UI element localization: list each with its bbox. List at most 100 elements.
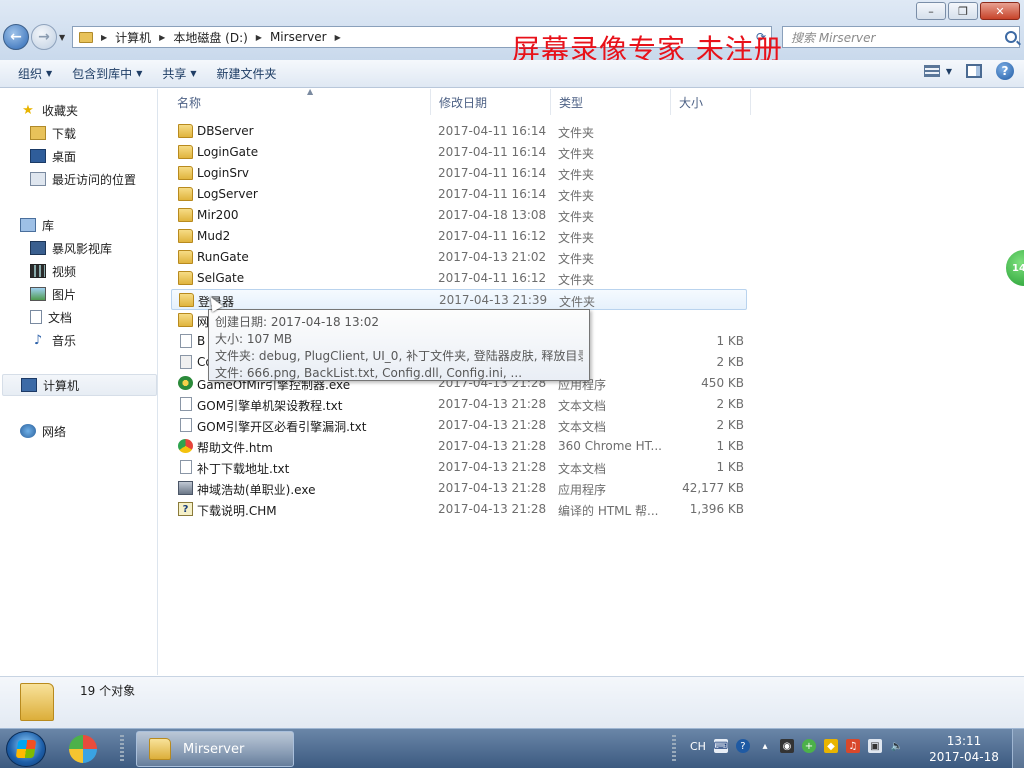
- taskbar: Mirserver CH ⌨ ? ▴ ◉ + ◆ ♫ ▣ 🔈 13:11 201…: [0, 728, 1024, 768]
- column-header-name[interactable]: 名称 ▲: [169, 87, 431, 115]
- sidebar-item-computer[interactable]: 计算机: [2, 374, 157, 396]
- sidebar-item-documents[interactable]: 文档: [30, 306, 72, 328]
- file-row[interactable]: Mir200 2017-04-18 13:08 文件夹: [171, 205, 747, 226]
- add-green-icon[interactable]: +: [801, 739, 816, 753]
- search-icon[interactable]: [1005, 31, 1017, 43]
- file-type: 文件夹: [558, 126, 595, 140]
- volume-alert-icon[interactable]: ♫: [845, 739, 860, 753]
- forward-button[interactable]: →: [31, 24, 57, 50]
- file-row[interactable]: LoginSrv 2017-04-11 16:14 文件夹: [171, 163, 747, 184]
- back-button[interactable]: ←: [3, 24, 29, 50]
- chevron-right-icon[interactable]: ▶: [101, 33, 107, 42]
- tooltip-created: 创建日期: 2017-04-18 13:02: [215, 315, 379, 329]
- search-input[interactable]: 搜索 Mirserver: [782, 26, 1020, 48]
- clock-date: 2017-04-18: [929, 750, 999, 764]
- show-desktop-button[interactable]: [1012, 729, 1024, 768]
- breadcrumb-drive-d[interactable]: 本地磁盘 (D:): [173, 29, 247, 46]
- sidebar-item-label: 库: [42, 218, 55, 233]
- chevron-down-icon: ▼: [190, 69, 197, 78]
- item-count: 19 个对象: [80, 684, 136, 698]
- include-in-library-menu[interactable]: 包含到库中 ▼: [62, 62, 152, 86]
- column-header-size[interactable]: 大小: [671, 89, 751, 115]
- close-button[interactable]: ✕: [980, 2, 1020, 20]
- title-bar: – ❐ ✕ ← → ▼ ▶ 计算机 ▶ 本地磁盘 (D:) ▶ Mirserve…: [0, 0, 1024, 66]
- share-menu[interactable]: 共享 ▼: [152, 62, 206, 86]
- file-type: 文件夹: [558, 210, 595, 224]
- input-method-icon[interactable]: ⌨: [714, 739, 728, 753]
- chevron-right-icon[interactable]: ▶: [335, 33, 341, 42]
- file-row[interactable]: 登录器 2017-04-13 21:39 文件夹: [171, 289, 747, 310]
- input-language[interactable]: CH: [690, 740, 706, 753]
- minimize-button[interactable]: –: [916, 2, 946, 20]
- file-row[interactable]: ? 下载说明.CHM 2017-04-13 21:28 编译的 HTML 帮... 1,…: [171, 499, 747, 520]
- chm-help-icon: ?: [178, 502, 193, 516]
- help-icon[interactable]: ?: [735, 739, 750, 753]
- file-date: 2017-04-13 21:28: [438, 481, 547, 495]
- breadcrumb-computer[interactable]: 计算机: [115, 29, 151, 46]
- sidebar-item-favorites[interactable]: ★ 收藏夹: [20, 99, 78, 121]
- file-row[interactable]: LoginGate 2017-04-11 16:14 文件夹: [171, 142, 747, 163]
- sidebar-item-downloads[interactable]: 下载: [30, 122, 76, 144]
- help-icon[interactable]: ?: [996, 62, 1014, 80]
- sidebar-item-label: 桌面: [52, 149, 77, 164]
- security-shield-icon[interactable]: ◆: [823, 739, 838, 753]
- new-folder-button[interactable]: 新建文件夹: [207, 62, 287, 86]
- file-date: 2017-04-11 16:14: [438, 124, 547, 138]
- camera-icon[interactable]: ◉: [779, 739, 794, 753]
- file-date: 2017-04-18 13:08: [438, 208, 547, 222]
- chevron-right-icon[interactable]: ▶: [256, 33, 262, 42]
- tooltip-files: 文件: 666.png, BackList.txt, Config.dll, C…: [215, 366, 523, 380]
- start-button[interactable]: [6, 731, 46, 767]
- star-icon: ★: [22, 102, 34, 118]
- taskbar-grip[interactable]: [120, 735, 124, 763]
- chevron-down-icon[interactable]: ▼: [946, 67, 952, 76]
- file-row[interactable]: DBServer 2017-04-11 16:14 文件夹: [171, 121, 747, 142]
- clock[interactable]: 13:11 2017-04-18: [924, 733, 1004, 765]
- sidebar-item-videos[interactable]: 视频: [30, 260, 76, 282]
- recent-places-icon: [30, 172, 46, 186]
- downloads-folder-icon: [30, 126, 46, 140]
- file-row[interactable]: GOM引擎单机架设教程.txt 2017-04-13 21:28 文本文档 2 KB: [171, 394, 747, 415]
- file-row[interactable]: GOM引擎开区必看引擎漏洞.txt 2017-04-13 21:28 文本文档 2 K…: [171, 415, 747, 436]
- recent-pages-dropdown[interactable]: ▼: [59, 33, 65, 42]
- file-row[interactable]: 补丁下载地址.txt 2017-04-13 21:28 文本文档 1 KB: [171, 457, 747, 478]
- preview-pane-icon[interactable]: [966, 64, 982, 78]
- file-type: 文件夹: [558, 189, 595, 203]
- file-row[interactable]: Mud2 2017-04-11 16:12 文件夹: [171, 226, 747, 247]
- file-row[interactable]: RunGate 2017-04-13 21:02 文件夹: [171, 247, 747, 268]
- file-row[interactable]: SelGate 2017-04-11 16:12 文件夹: [171, 268, 747, 289]
- document-icon: [30, 310, 42, 324]
- file-row[interactable]: 神域浩劫(单职业).exe 2017-04-13 21:28 应用程序 42,177 …: [171, 478, 747, 499]
- file-size: 1 KB: [716, 439, 744, 453]
- file-row[interactable]: LogServer 2017-04-11 16:14 文件夹: [171, 184, 747, 205]
- sidebar-item-label: 视频: [52, 264, 77, 279]
- file-date: 2017-04-13 21:28: [438, 502, 547, 516]
- file-name: GOM引擎单机架设教程.txt: [197, 399, 343, 413]
- file-type: 文本文档: [558, 399, 607, 413]
- column-header-date[interactable]: 修改日期: [431, 89, 551, 115]
- sidebar-item-recent[interactable]: 最近访问的位置: [30, 168, 136, 190]
- chevron-up-icon[interactable]: ▴: [758, 739, 772, 753]
- taskbar-grip[interactable]: [672, 735, 676, 763]
- pinned-app-button[interactable]: [66, 733, 100, 765]
- taskbar-window-mirserver[interactable]: Mirserver: [136, 731, 294, 767]
- sidebar-item-label: 下载: [52, 126, 77, 141]
- file-type: 文件夹: [558, 168, 595, 182]
- sidebar-item-network[interactable]: 网络: [20, 420, 66, 442]
- folder-icon: [178, 250, 193, 264]
- column-header-type[interactable]: 类型: [551, 89, 671, 115]
- speaker-icon[interactable]: 🔈: [890, 739, 904, 753]
- sidebar-item-pictures[interactable]: 图片: [30, 283, 76, 305]
- change-view-icon[interactable]: [923, 65, 940, 77]
- breadcrumb-mirserver[interactable]: Mirserver: [270, 30, 327, 44]
- chevron-right-icon[interactable]: ▶: [159, 33, 165, 42]
- organize-menu[interactable]: 组织 ▼: [8, 62, 62, 86]
- sidebar-item-baofeng[interactable]: 暴风影视库: [30, 237, 112, 259]
- sidebar-item-desktop[interactable]: 桌面: [30, 145, 76, 167]
- file-type: 360 Chrome HT...: [558, 439, 662, 453]
- maximize-button[interactable]: ❐: [948, 2, 978, 20]
- sidebar-item-libraries[interactable]: 库: [20, 214, 54, 236]
- file-row[interactable]: 帮助文件.htm 2017-04-13 21:28 360 Chrome HT...…: [171, 436, 747, 457]
- sidebar-item-music[interactable]: ♪ 音乐: [30, 329, 76, 351]
- network-status-icon[interactable]: ▣: [867, 739, 882, 753]
